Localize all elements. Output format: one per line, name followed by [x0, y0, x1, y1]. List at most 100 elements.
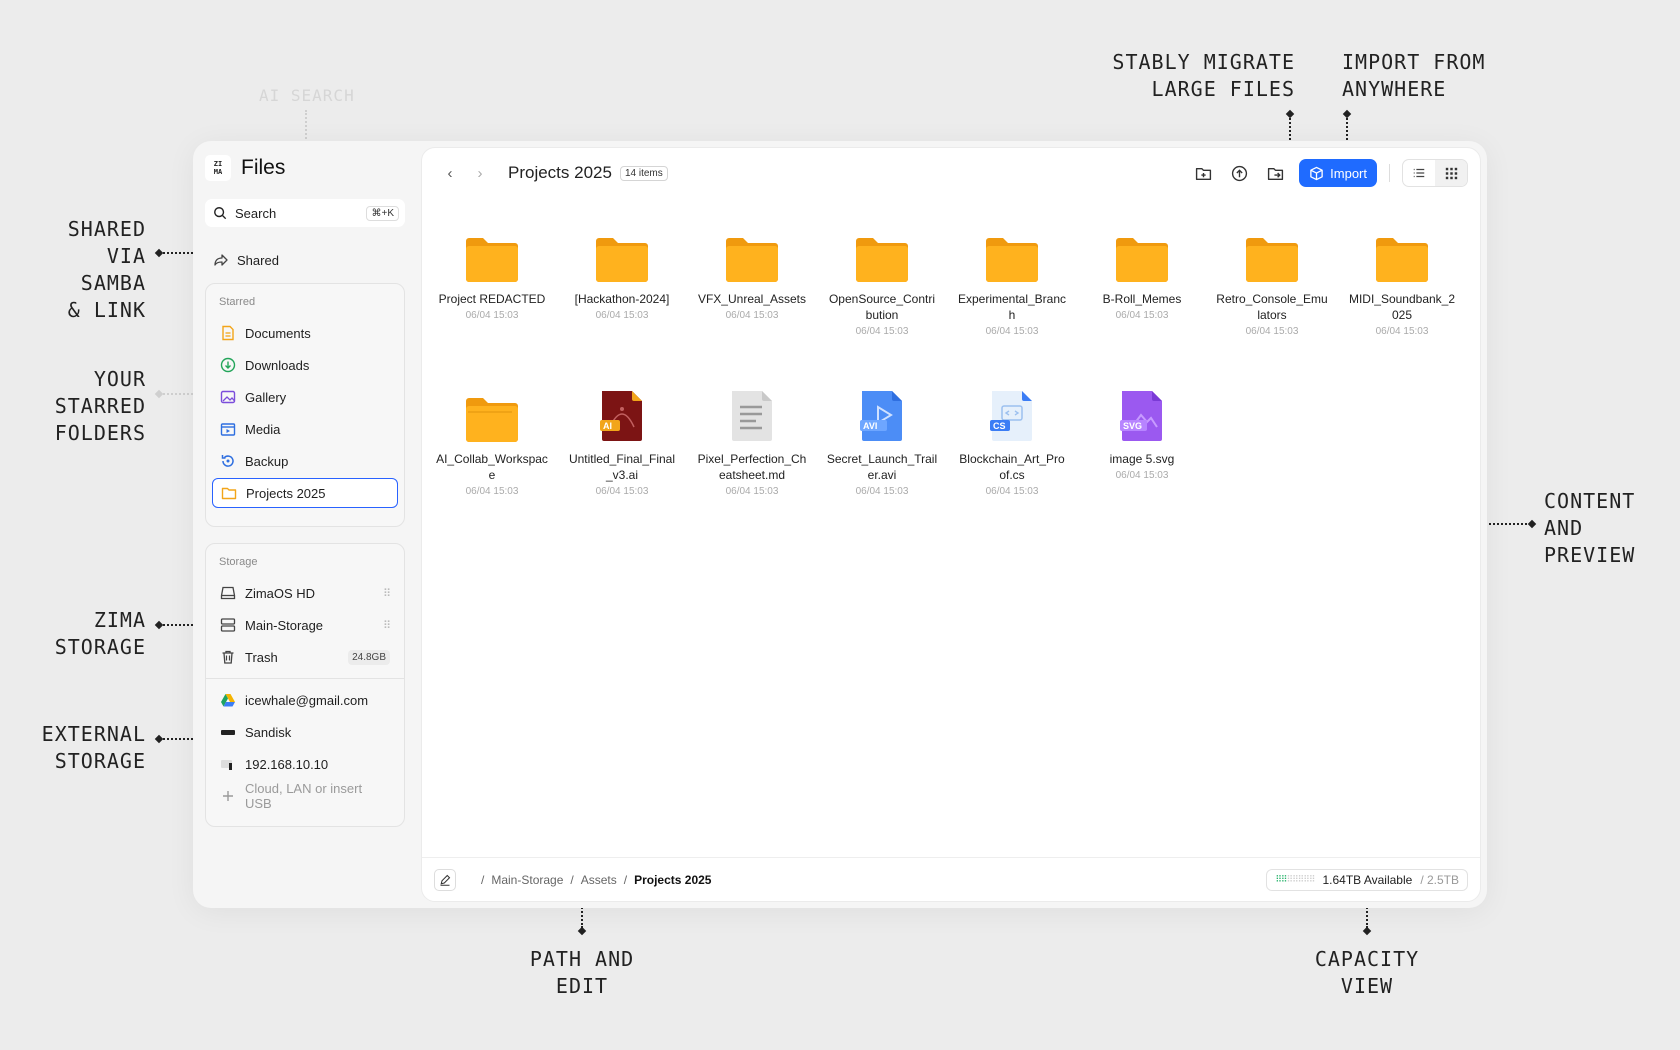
backup-icon	[221, 455, 234, 467]
grid-view-button[interactable]	[1435, 160, 1467, 186]
sidebar-item-google-drive[interactable]: icewhale@gmail.com	[212, 685, 398, 715]
breadcrumb-separator: /	[570, 872, 574, 887]
file-name: AI_Collab_Workspace	[436, 452, 548, 482]
capacity-indicator[interactable]: ⠿⠿⠿⠿⠿⠿⠿ 1.64TB Available / 2.5TB	[1266, 868, 1468, 891]
file-thumbnail	[1212, 223, 1332, 283]
breadcrumb-main-storage[interactable]: Main-Storage	[491, 873, 563, 887]
sidebar-item-label: Shared	[237, 252, 279, 268]
folder-icon	[1246, 238, 1298, 282]
sidebar-item-gallery[interactable]: Gallery	[212, 382, 398, 412]
file-name: Experimental_Branch	[957, 292, 1067, 322]
file-tile[interactable]: CS Blockchain_Art_Proof.cs 06/04 15:03	[952, 383, 1072, 497]
file-thumbnail	[692, 383, 812, 443]
import-button[interactable]: Import	[1299, 159, 1377, 187]
svg-text:AI: AI	[603, 421, 612, 431]
folder-icon	[221, 487, 237, 500]
forward-button[interactable]: ›	[470, 163, 490, 183]
svg-text:CS: CS	[993, 421, 1006, 431]
edit-path-button[interactable]	[434, 868, 456, 891]
folder-tile[interactable]: Experimental_Branch 06/04 15:03	[952, 223, 1072, 337]
chevron-left-icon: ‹	[447, 164, 453, 182]
sidebar-item-label: ZimaOS HD	[245, 585, 316, 601]
sidebar-item-zimaos-hd[interactable]: ZimaOS HD ⠿	[212, 578, 398, 608]
gallery-icon	[220, 390, 236, 404]
breadcrumb-separator: /	[623, 872, 628, 887]
file-date: 06/04 15:03	[465, 486, 519, 497]
file-name: OpenSource_Contribution	[828, 292, 936, 322]
file-tile[interactable]: SVG image 5.svg 06/04 15:03	[1082, 383, 1202, 481]
folder-tile[interactable]: AI_Collab_Workspace 06/04 15:03	[432, 383, 552, 497]
server-icon	[220, 618, 236, 632]
cs-file-icon: CS	[990, 391, 1032, 441]
trash-size-badge: 24.8GB	[348, 649, 390, 665]
sidebar-item-sandisk[interactable]: Sandisk	[212, 717, 398, 747]
file-tile[interactable]: Pixel_Perfection_Cheatsheet.md 06/04 15:…	[692, 383, 812, 497]
sidebar-item-label: Downloads	[245, 357, 310, 373]
folder-tile[interactable]: VFX_Unreal_Assets 06/04 15:03	[692, 223, 812, 321]
folder-tile[interactable]: [Hackathon-2024] 06/04 15:03	[562, 223, 682, 321]
file-thumbnail: SVG	[1082, 383, 1202, 443]
upload-icon	[1231, 165, 1247, 181]
sidebar-item-shared[interactable]: Shared	[205, 249, 279, 271]
sidebar-item-backup[interactable]: Backup	[212, 446, 398, 476]
breadcrumb-assets[interactable]: Assets	[581, 873, 617, 887]
list-view-button[interactable]	[1403, 160, 1435, 186]
file-date: 06/04 15:03	[1245, 326, 1299, 337]
drag-handle-icon[interactable]: ⠿	[383, 587, 391, 600]
folder-tile[interactable]: Project REDACTED 06/04 15:03	[432, 223, 552, 321]
network-drive-icon	[221, 760, 232, 770]
file-tile[interactable]: AVI Secret_Launch_Trailer.avi 06/04 15:0…	[822, 383, 942, 497]
sidebar-item-trash[interactable]: Trash 24.8GB	[212, 642, 398, 672]
file-thumbnail: CS	[952, 383, 1072, 443]
connector-dot	[577, 926, 587, 936]
folder-icon	[466, 398, 518, 442]
file-name: B-Roll_Memes	[1102, 292, 1182, 306]
connector-dot	[1362, 926, 1372, 936]
callout-ai-search: AI SEARCH	[259, 86, 355, 105]
file-date: 06/04 15:03	[465, 310, 519, 321]
sidebar-item-label: Gallery	[245, 389, 287, 405]
folder-tile[interactable]: B-Roll_Memes 06/04 15:03	[1082, 223, 1202, 321]
drag-handle-icon[interactable]: ⠿	[383, 619, 391, 632]
file-date: 06/04 15:03	[855, 326, 909, 337]
search-input[interactable]: Search ⌘+K	[205, 199, 405, 227]
chevron-right-icon: ›	[477, 164, 483, 182]
file-name: Retro_Console_Emulators	[1216, 292, 1328, 322]
media-icon	[220, 423, 236, 436]
folder-tile[interactable]: OpenSource_Contribution 06/04 15:03	[822, 223, 942, 337]
search-label: Search	[235, 205, 277, 221]
usb-drive-icon	[221, 730, 235, 735]
current-folder-title: Projects 2025	[508, 163, 612, 182]
new-folder-button[interactable]	[1189, 159, 1217, 187]
back-button[interactable]: ‹	[440, 163, 460, 183]
divider	[1389, 164, 1390, 182]
sidebar-item-documents[interactable]: Documents	[212, 318, 398, 348]
connector-dot	[1527, 519, 1537, 529]
sidebar-item-downloads[interactable]: Downloads	[212, 350, 398, 380]
new-folder-icon	[1195, 167, 1211, 180]
file-name: [Hackathon-2024]	[574, 292, 670, 306]
drive-icon	[220, 586, 236, 600]
breadcrumb-separator: /	[481, 872, 485, 887]
starred-section: Starred Documents Downloads Gallery Medi…	[205, 283, 405, 527]
migrate-button[interactable]	[1261, 159, 1289, 187]
add-storage-button[interactable]: Cloud, LAN or insert USB	[212, 781, 398, 811]
sidebar-item-main-storage[interactable]: Main-Storage ⠿	[212, 610, 398, 640]
sidebar-item-network-drive[interactable]: 192.168.10.10	[212, 749, 398, 779]
sidebar-item-projects-2025[interactable]: Projects 2025	[212, 478, 398, 508]
callout-import: IMPORT FROM ANYWHERE	[1342, 50, 1486, 101]
trash-icon	[222, 650, 234, 664]
path-bar: / Main-Storage / Assets / Projects 2025 …	[422, 857, 1480, 901]
sidebar-item-media[interactable]: Media	[212, 414, 398, 444]
folder-tile[interactable]: MIDI_Soundbank_2025 06/04 15:03	[1342, 223, 1462, 337]
file-thumbnail	[1082, 223, 1202, 283]
folder-tile[interactable]: Retro_Console_Emulators 06/04 15:03	[1212, 223, 1332, 337]
file-name: Secret_Launch_Trailer.avi	[826, 452, 938, 482]
callout-content: CONTENT AND PREVIEW	[1544, 489, 1636, 567]
file-date: 06/04 15:03	[1115, 310, 1169, 321]
file-name: image 5.svg	[1109, 452, 1175, 466]
file-tile[interactable]: AI Untitled_Final_Final_v3.ai 06/04 15:0…	[562, 383, 682, 497]
file-thumbnail	[562, 223, 682, 283]
zima-logo: ZI MA	[205, 155, 231, 181]
upload-button[interactable]	[1225, 159, 1253, 187]
